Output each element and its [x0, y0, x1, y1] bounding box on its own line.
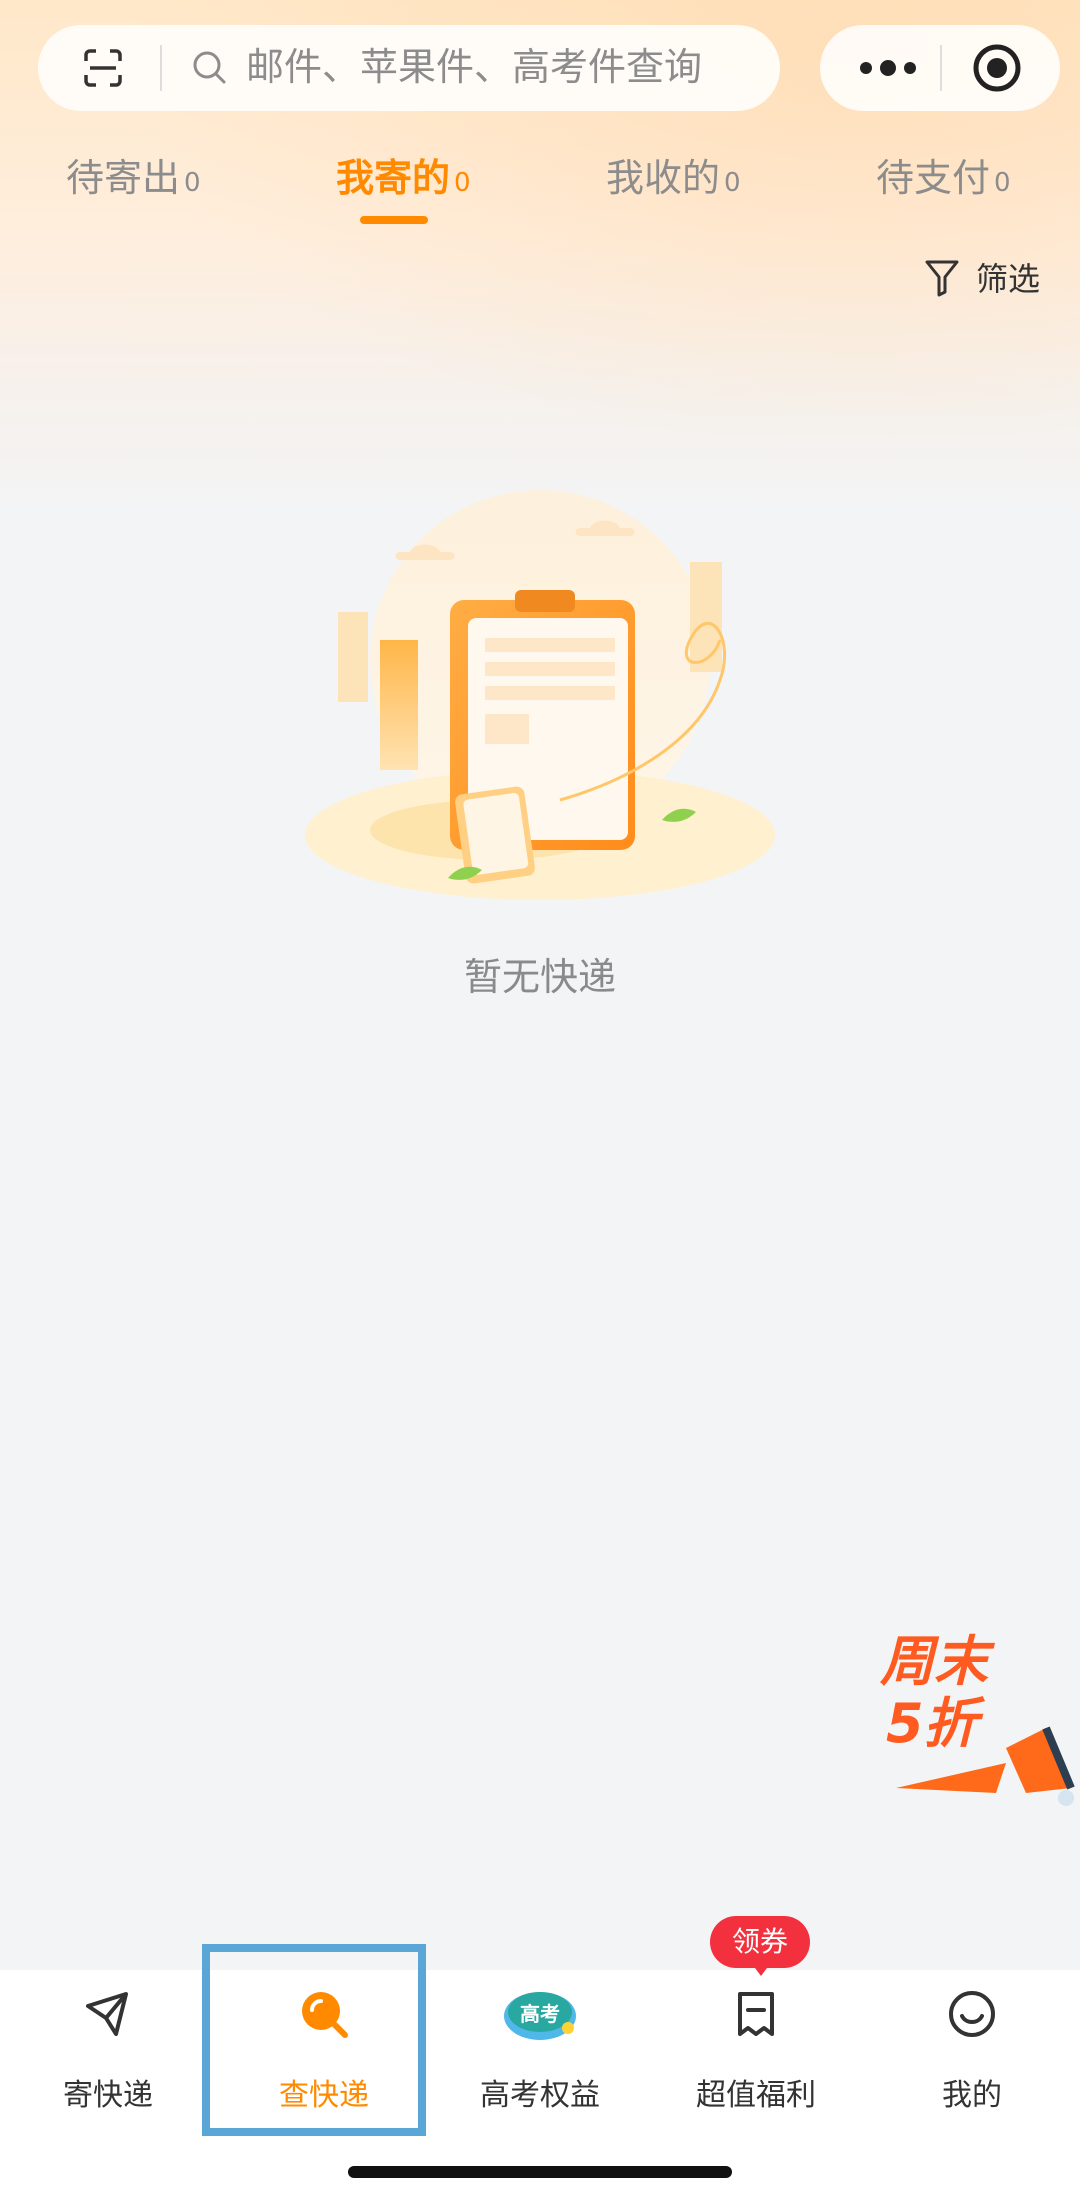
search-bar[interactable]: 邮件、苹果件、高考件查询 [38, 25, 780, 111]
tab-count: 0 [724, 168, 741, 198]
tab-my-received[interactable]: 我收的 0 [606, 150, 741, 210]
nav-item-label: 高考权益 [480, 2078, 600, 2113]
nav-item-label: 寄快递 [63, 2078, 153, 2113]
promo-line1: 周末 [880, 1630, 988, 1693]
capsule-divider [940, 45, 942, 91]
coupon-icon [738, 1992, 774, 2036]
search-icon [193, 51, 226, 84]
nav-item-label: 我的 [942, 2078, 1002, 2113]
nav-item-send[interactable]: 寄快递 [0, 1970, 216, 2140]
nav-item-profile[interactable]: 我的 [864, 1970, 1080, 2140]
more-dots-icon[interactable] [858, 55, 918, 81]
tab-my-sent[interactable]: 我寄的 0 [336, 150, 471, 210]
home-indicator[interactable] [348, 2166, 732, 2178]
filter-label: 筛选 [976, 260, 1041, 298]
nav-item-benefits[interactable]: 超值福利 [648, 1970, 864, 2140]
filter-icon [925, 260, 959, 297]
tab-pending-send[interactable]: 待寄出 0 [66, 150, 201, 210]
gaokao-icon-text: 高考 [520, 2002, 560, 2026]
clipboard-illustration [305, 490, 775, 900]
status-tabs: 待寄出 0 我寄的 0 我收的 0 待支付 0 [0, 150, 1080, 230]
scan-icon[interactable] [82, 47, 124, 89]
tab-count: 0 [454, 168, 471, 198]
search-divider [160, 45, 162, 91]
smile-icon [949, 1991, 995, 2037]
promo-line2: 5折 [886, 1692, 978, 1755]
nav-item-label: 超值福利 [696, 2078, 816, 2113]
selection-highlight-box [202, 1944, 426, 2136]
miniprogram-capsule [820, 25, 1060, 111]
search-input[interactable]: 邮件、苹果件、高考件查询 [246, 41, 702, 93]
active-tab-indicator [360, 216, 428, 224]
nav-item-gaokao[interactable]: 高考 高考权益 [432, 1970, 648, 2140]
coupon-badge[interactable]: 领券 [710, 1916, 810, 1976]
tab-label: 我寄的 [336, 156, 451, 200]
tab-label: 待支付 [876, 156, 991, 200]
gaokao-badge-icon: 高考 [502, 1984, 578, 2044]
tab-count: 0 [184, 168, 201, 198]
tab-count: 0 [994, 168, 1011, 198]
tab-label: 待寄出 [66, 156, 181, 200]
tab-pending-payment[interactable]: 待支付 0 [876, 150, 1011, 210]
tab-label: 我收的 [606, 156, 721, 200]
target-icon[interactable] [972, 43, 1022, 93]
empty-state-message: 暂无快递 [463, 955, 616, 999]
send-plane-icon [86, 1992, 128, 2036]
weekend-promo-button[interactable]: 周末 5折 [876, 1628, 1076, 1828]
